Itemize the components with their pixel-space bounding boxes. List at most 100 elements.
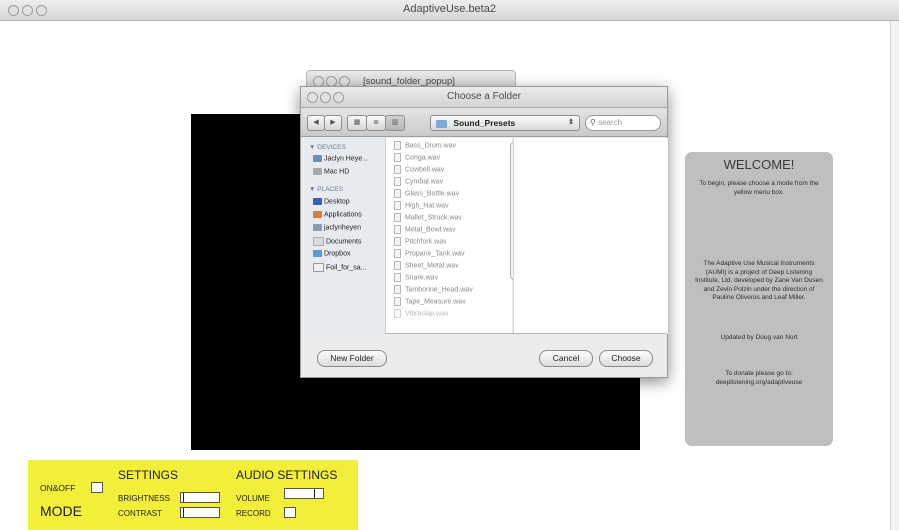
- sidebar-item-jaclyn-device[interactable]: Jaclyn Heye...: [313, 155, 368, 162]
- window-title: AdaptiveUse.beta2: [403, 3, 496, 15]
- audio-file-icon: [394, 189, 401, 198]
- dialog-toolbar: ◀ ▶ ▦ ≣ ▥ Sound_Presets ⇕ ⚲ search: [301, 108, 667, 137]
- window-titlebar[interactable]: AdaptiveUse.beta2: [0, 0, 899, 21]
- list-item[interactable]: Mallet_Struck.wav: [394, 213, 462, 222]
- dialog-titlebar[interactable]: Choose a Folder: [301, 87, 667, 108]
- desktop-icon: [313, 198, 322, 205]
- new-folder-button[interactable]: New Folder: [317, 350, 387, 367]
- finder-sidebar: ▼ DEVICES Jaclyn Heye... Mac HD ▼ PLACES…: [305, 138, 383, 334]
- back-button[interactable]: ◀: [307, 115, 325, 131]
- location-label: Sound_Presets: [453, 118, 516, 128]
- list-view-button[interactable]: ≣: [366, 115, 386, 131]
- list-item[interactable]: Snare.wav: [394, 273, 438, 282]
- brightness-slider-knob[interactable]: [183, 493, 184, 502]
- audio-settings-heading: AUDIO SETTINGS: [236, 468, 338, 482]
- welcome-update: Updated by Doug van Nort: [720, 334, 798, 341]
- audio-file-icon: [394, 285, 401, 294]
- choose-button[interactable]: Choose: [599, 350, 653, 367]
- sidebar-item-documents[interactable]: Documents: [313, 237, 361, 246]
- applications-icon: [313, 211, 322, 218]
- audio-file-icon: [394, 309, 401, 318]
- column-view-icon: ▥: [391, 119, 399, 126]
- list-item[interactable]: Vibraslap.wav: [394, 309, 448, 318]
- audio-file-icon: [394, 261, 401, 270]
- sidebar-item-dropbox[interactable]: Dropbox: [313, 250, 350, 257]
- brightness-label: BRIGHTNESS: [118, 494, 171, 503]
- places-header: ▼ PLACES: [309, 186, 343, 193]
- control-panel: ON&OFF MODE SETTINGS BRIGHTNESS CONTRAST…: [28, 460, 358, 530]
- contrast-label: CONTRAST: [118, 509, 162, 518]
- list-item[interactable]: Cowbell.wav: [394, 165, 444, 174]
- list-item[interactable]: Cymbal.wav: [394, 177, 443, 186]
- contrast-slider-knob[interactable]: [183, 508, 184, 517]
- search-field[interactable]: ⚲ search: [585, 115, 661, 131]
- file-icon: [313, 263, 324, 272]
- dialog-divider: [385, 333, 667, 334]
- back-arrow-icon: ◀: [313, 119, 319, 126]
- file-list[interactable]: Bass_Drum.wav Conga.wav Cowbell.wav Cymb…: [385, 138, 519, 334]
- audio-file-icon: [394, 165, 401, 174]
- list-item[interactable]: Bass_Drum.wav: [394, 141, 456, 150]
- list-item[interactable]: Metal_Bowl.wav: [394, 225, 456, 234]
- search-placeholder: search: [598, 118, 623, 127]
- welcome-title: WELCOME!: [723, 157, 795, 172]
- dialog-title: Choose a Folder: [447, 91, 521, 102]
- onoff-checkbox[interactable]: [91, 482, 103, 493]
- welcome-donate: To donate please go to: deeplistening.or…: [715, 370, 803, 386]
- mode-label: MODE: [40, 503, 82, 519]
- welcome-panel: WELCOME! To begin, please choose a mode …: [685, 152, 833, 446]
- audio-file-icon: [394, 225, 401, 234]
- list-item[interactable]: Pitchfork.wav: [394, 237, 447, 246]
- record-checkbox[interactable]: [284, 507, 296, 518]
- hard-drive-icon: [313, 168, 322, 175]
- window-scrollbar[interactable]: [891, 21, 899, 530]
- cancel-button[interactable]: Cancel: [539, 350, 593, 367]
- forward-arrow-icon: ▶: [330, 119, 336, 126]
- list-item[interactable]: Tape_Measure.wav: [394, 297, 466, 306]
- record-label: RECORD: [236, 509, 271, 518]
- audio-file-icon: [394, 177, 401, 186]
- location-popup[interactable]: Sound_Presets ⇕: [430, 115, 580, 131]
- audio-file-icon: [394, 201, 401, 210]
- icon-view-button[interactable]: ▦: [347, 115, 367, 131]
- choose-folder-dialog[interactable]: Choose a Folder ◀ ▶ ▦ ≣ ▥ Sound_Presets …: [300, 86, 668, 378]
- column-view-button[interactable]: ▥: [385, 115, 405, 131]
- volume-slider-knob[interactable]: [314, 489, 315, 498]
- settings-heading: SETTINGS: [118, 468, 179, 482]
- list-item[interactable]: Tamborine_Head.wav: [394, 285, 473, 294]
- sidebar-item-foil[interactable]: Foil_for_sa...: [313, 263, 366, 272]
- preview-column: [513, 138, 668, 334]
- home-icon: [313, 224, 322, 231]
- list-item[interactable]: Propane_Tank.wav: [394, 249, 465, 258]
- list-view-icon: ≣: [373, 119, 379, 126]
- volume-slider[interactable]: [284, 488, 324, 499]
- dropbox-icon: [313, 250, 322, 257]
- audio-file-icon: [394, 141, 401, 150]
- audio-file-icon: [394, 153, 401, 162]
- list-item[interactable]: High_Hat.wav: [394, 201, 449, 210]
- audio-file-icon: [394, 237, 401, 246]
- audio-file-icon: [394, 213, 401, 222]
- sidebar-item-applications[interactable]: Applications: [313, 211, 362, 218]
- welcome-about: The Adaptive Use Musical Instruments (AU…: [695, 260, 823, 301]
- list-item[interactable]: Sheet_Metal.wav: [394, 261, 459, 270]
- onoff-label: ON&OFF: [40, 483, 76, 493]
- search-icon: ⚲: [590, 118, 596, 127]
- sidebar-item-home[interactable]: jaclynheyen: [313, 224, 361, 231]
- contrast-slider[interactable]: [180, 507, 220, 518]
- welcome-intro: To begin, please choose a mode from the …: [699, 180, 819, 196]
- icon-view-icon: ▦: [353, 119, 361, 126]
- volume-label: VOLUME: [236, 494, 270, 503]
- forward-button[interactable]: ▶: [324, 115, 342, 131]
- sidebar-item-mac-hd[interactable]: Mac HD: [313, 168, 349, 175]
- sidebar-item-desktop[interactable]: Desktop: [313, 198, 350, 205]
- audio-file-icon: [394, 273, 401, 282]
- list-item[interactable]: Conga.wav: [394, 153, 440, 162]
- audio-file-icon: [394, 297, 401, 306]
- devices-header: ▼ DEVICES: [309, 144, 346, 151]
- list-item[interactable]: Glass_Bottle.wav: [394, 189, 459, 198]
- popup-arrows-icon: ⇕: [568, 119, 574, 126]
- brightness-slider[interactable]: [180, 492, 220, 503]
- documents-icon: [313, 237, 324, 246]
- audio-file-icon: [394, 249, 401, 258]
